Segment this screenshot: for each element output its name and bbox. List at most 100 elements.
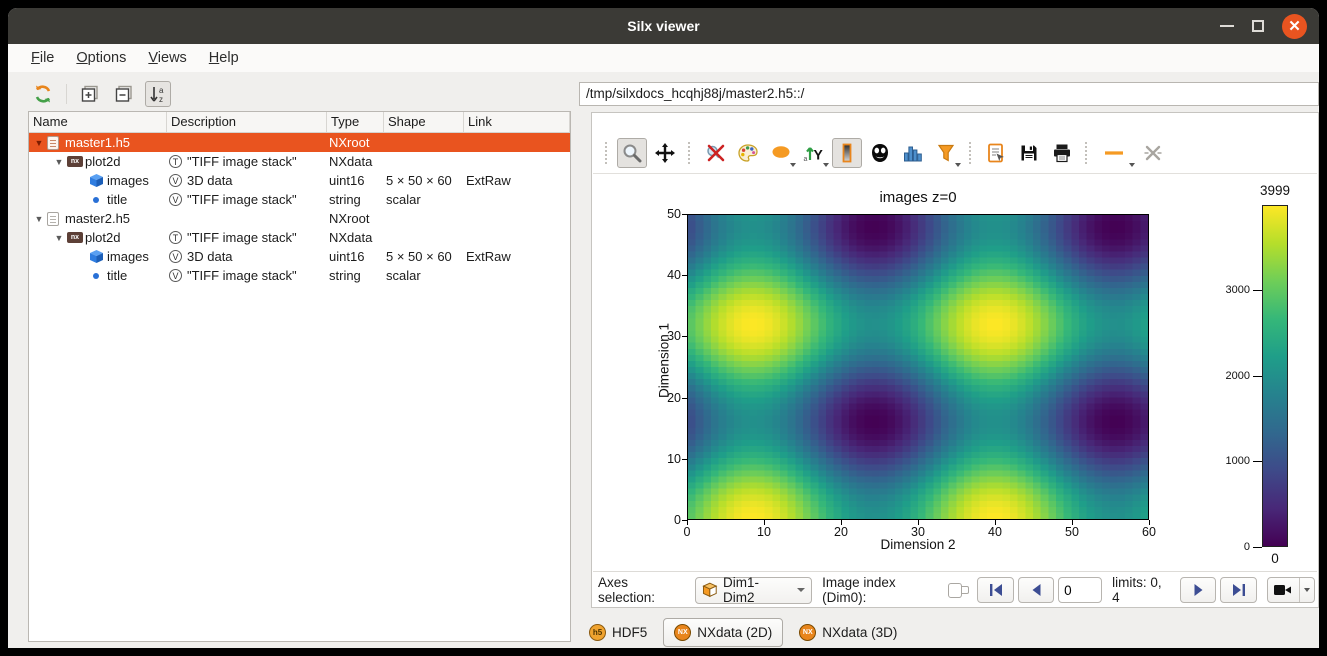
column-header-link[interactable]: Link — [464, 112, 570, 132]
x-tick-mark — [841, 520, 842, 525]
previous-frame-button[interactable] — [1018, 577, 1054, 603]
expander-icon[interactable]: ▼ — [31, 214, 47, 224]
tree-item-name: plot2d — [85, 154, 120, 169]
h5-icon: h5 — [589, 624, 606, 641]
file-path-display: /tmp/silxdocs_hcqhj88j/master2.h5::/ — [579, 82, 1319, 106]
column-header-type[interactable]: Type — [327, 112, 384, 132]
y-tick-label: 50 — [651, 207, 681, 221]
circled-t-icon: T — [169, 155, 182, 168]
svg-text:z: z — [159, 95, 163, 104]
tab-label: NXdata (3D) — [822, 625, 897, 640]
heatmap-image[interactable] — [687, 214, 1149, 520]
y-axis-orientation-button[interactable]: a Y — [799, 138, 829, 168]
circled-v-icon: V — [169, 174, 182, 187]
axes-controls: Axes selection: Dim1-Dim2 Image index (D… — [598, 574, 1315, 606]
reset-zoom-button[interactable] — [700, 138, 730, 168]
column-header-shape[interactable]: Shape — [384, 112, 464, 132]
movie-dropdown[interactable] — [1299, 578, 1314, 602]
collapse-all-button[interactable] — [111, 81, 137, 107]
pan-mode-button[interactable] — [650, 138, 680, 168]
tree-item-type: NXdata — [327, 154, 384, 169]
histogram-button[interactable] — [898, 138, 928, 168]
table-row[interactable]: ▼ master2.h5 NXroot — [29, 209, 570, 228]
title-bar[interactable]: Silx viewer ✕ — [8, 8, 1319, 44]
save-button[interactable] — [1014, 138, 1044, 168]
tree-item-type: NXroot — [327, 135, 384, 150]
chevron-down-icon — [1304, 588, 1310, 592]
mask-button[interactable] — [865, 138, 895, 168]
tree-item-name: master1.h5 — [65, 135, 130, 150]
menu-help[interactable]: Help — [200, 47, 248, 69]
tab-hdf5[interactable]: h5 HDF5 — [579, 619, 657, 646]
tree-item-link: ExtRaw — [464, 173, 570, 188]
table-row[interactable]: title V"TIFF image stack" string scalar — [29, 190, 570, 209]
tab-nxdata-2d[interactable]: NX NXdata (2D) — [663, 618, 783, 647]
print-button[interactable] — [1047, 138, 1077, 168]
y-axis-icon: a Y — [803, 142, 825, 164]
zoom-mode-button[interactable] — [617, 138, 647, 168]
browse-flag-icon — [961, 586, 969, 594]
table-row[interactable]: ▼ master1.h5 NXroot — [29, 133, 570, 152]
dropdown-caret — [823, 163, 829, 167]
hdf5-tree: Name Description Type Shape Link ▼ maste… — [28, 111, 571, 642]
maximize-button[interactable] — [1252, 20, 1264, 32]
filter-button[interactable] — [931, 138, 961, 168]
table-row[interactable]: ▼ nx plot2d T"TIFF image stack" NXdata — [29, 152, 570, 171]
tree-item-shape: 5 × 50 × 60 — [384, 249, 464, 264]
aspect-ratio-button[interactable] — [766, 138, 796, 168]
x-tick-label: 40 — [975, 525, 1015, 539]
table-row[interactable]: images V3D data uint16 5 × 50 × 60 ExtRa… — [29, 171, 570, 190]
refresh-button[interactable] — [30, 81, 56, 107]
close-button[interactable]: ✕ — [1282, 14, 1307, 39]
next-frame-button[interactable] — [1180, 577, 1216, 603]
tree-item-shape: 5 × 50 × 60 — [384, 173, 464, 188]
colorbar-tick-label: 0 — [1210, 541, 1250, 553]
menu-options[interactable]: Options — [67, 47, 135, 69]
nx-icon: NX — [799, 624, 816, 641]
menu-file[interactable]: File — [22, 47, 63, 69]
expander-icon[interactable]: ▼ — [51, 157, 67, 167]
image-index-label: Image index (Dim0): — [822, 575, 942, 605]
last-frame-button[interactable] — [1220, 577, 1256, 603]
tree-item-type: NXroot — [327, 211, 384, 226]
table-row[interactable]: images V3D data uint16 5 × 50 × 60 ExtRa… — [29, 247, 570, 266]
axes-selection-combo[interactable]: Dim1-Dim2 — [695, 577, 812, 604]
frame-index-input[interactable] — [1058, 577, 1102, 603]
table-row[interactable]: title V"TIFF image stack" string scalar — [29, 266, 570, 285]
x-tick-label: 10 — [744, 525, 784, 539]
colorbar-tick-mark — [1253, 461, 1262, 462]
circled-v-icon: V — [169, 193, 182, 206]
tree-item-description: "TIFF image stack" — [187, 268, 297, 283]
column-header-name[interactable]: Name — [29, 112, 167, 132]
sort-button[interactable]: a z — [145, 81, 171, 107]
clear-profile-button[interactable] — [1138, 138, 1168, 168]
browse-checkbox[interactable] — [948, 583, 963, 598]
colorbar-button[interactable] — [832, 138, 862, 168]
table-row[interactable]: ▼ nx plot2d T"TIFF image stack" NXdata — [29, 228, 570, 247]
x-tick-label: 60 — [1129, 525, 1169, 539]
tab-nxdata-3d[interactable]: NX NXdata (3D) — [789, 619, 907, 646]
y-tick-mark — [682, 336, 687, 337]
plot-widget: a Y — [591, 112, 1319, 608]
x-tick-mark — [995, 520, 996, 525]
window-title: Silx viewer — [627, 18, 699, 34]
minimize-button[interactable] — [1220, 25, 1234, 27]
colorbar[interactable] — [1262, 205, 1288, 547]
column-header-description[interactable]: Description — [167, 112, 327, 132]
colormap-button[interactable] — [733, 138, 763, 168]
menu-views[interactable]: Views — [139, 47, 195, 69]
profile-button[interactable] — [1097, 138, 1135, 168]
tab-label: NXdata (2D) — [697, 625, 772, 640]
movie-button[interactable] — [1267, 577, 1315, 603]
profile-line-icon — [1103, 142, 1129, 164]
colorbar-tick-mark — [1253, 376, 1262, 377]
tree-item-shape: scalar — [384, 268, 464, 283]
axes-combo-value: Dim1-Dim2 — [723, 575, 789, 605]
first-frame-button[interactable] — [977, 577, 1013, 603]
expand-all-button[interactable] — [77, 81, 103, 107]
expander-icon[interactable]: ▼ — [31, 138, 47, 148]
first-frame-icon — [987, 582, 1005, 598]
copy-snapshot-button[interactable] — [981, 138, 1011, 168]
tree-item-link: ExtRaw — [464, 249, 570, 264]
expander-icon[interactable]: ▼ — [51, 233, 67, 243]
